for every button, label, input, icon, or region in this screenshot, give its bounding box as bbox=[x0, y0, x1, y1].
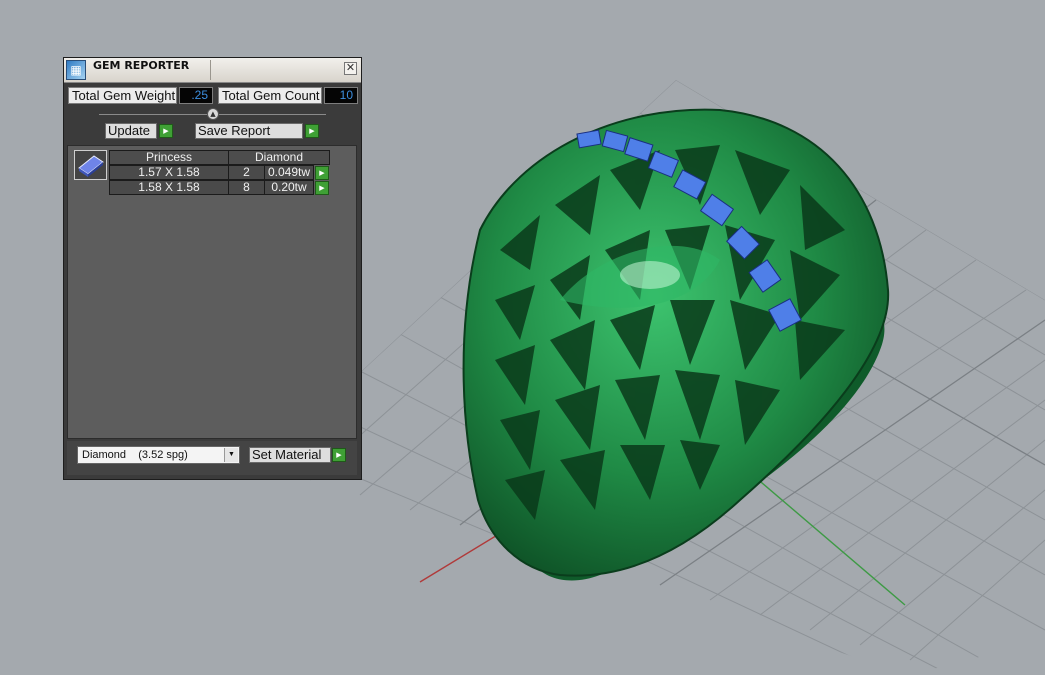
table-row-2-weight: 0.20tw bbox=[264, 180, 314, 195]
material-select-value: Diamond (3.52 spg) bbox=[82, 449, 188, 461]
gem-reporter-panel: ▦ GEM REPORTER ✕ Total Gem Weight .25 To… bbox=[63, 57, 362, 480]
titlebar-separator bbox=[210, 60, 211, 80]
table-row-1-count: 2 bbox=[228, 165, 265, 180]
update-go-icon[interactable]: ▶ bbox=[159, 124, 173, 138]
table-row-2-go-icon[interactable]: ▶ bbox=[315, 181, 329, 195]
table-header-shape: Princess bbox=[109, 150, 229, 165]
save-report-button[interactable]: Save Report bbox=[195, 123, 303, 139]
gem-reporter-app-icon: ▦ bbox=[66, 60, 86, 80]
table-row-1-weight: 0.049tw bbox=[264, 165, 314, 180]
total-gem-weight-value: .25 bbox=[179, 87, 213, 104]
set-material-button[interactable]: Set Material bbox=[249, 447, 331, 463]
chevron-down-icon[interactable]: ▼ bbox=[224, 448, 238, 462]
table-header-material: Diamond bbox=[228, 150, 330, 165]
table-row-2-size: 1.58 X 1.58 bbox=[109, 180, 229, 195]
total-gem-count-label: Total Gem Count bbox=[218, 87, 322, 104]
gem-report-area: Princess Diamond 1.57 X 1.58 2 0.049tw ▶… bbox=[67, 145, 357, 439]
set-material-go-icon[interactable]: ▶ bbox=[332, 448, 346, 462]
table-row-1-size: 1.57 X 1.58 bbox=[109, 165, 229, 180]
material-bar: Diamond (3.52 spg) ▼ Set Material ▶ bbox=[67, 441, 357, 475]
gem-table: Princess Diamond 1.57 X 1.58 2 0.049tw ▶… bbox=[109, 150, 331, 196]
total-gem-weight-label: Total Gem Weight bbox=[68, 87, 177, 104]
table-row-1-go-icon[interactable]: ▶ bbox=[315, 166, 329, 180]
total-gem-count-value: 10 bbox=[324, 87, 358, 104]
panel-titlebar[interactable]: ▦ GEM REPORTER ✕ bbox=[64, 58, 361, 83]
material-select[interactable]: Diamond (3.52 spg) ▼ bbox=[77, 446, 240, 464]
princess-gem-thumbnail bbox=[74, 150, 107, 180]
save-report-go-icon[interactable]: ▶ bbox=[305, 124, 319, 138]
ring-model[interactable] bbox=[462, 108, 890, 581]
panel-slider-thumb[interactable]: ▲ bbox=[207, 108, 219, 120]
close-icon[interactable]: ✕ bbox=[344, 62, 357, 75]
update-button[interactable]: Update bbox=[105, 123, 157, 139]
panel-title: GEM REPORTER bbox=[93, 59, 190, 72]
table-row-2-count: 8 bbox=[228, 180, 265, 195]
